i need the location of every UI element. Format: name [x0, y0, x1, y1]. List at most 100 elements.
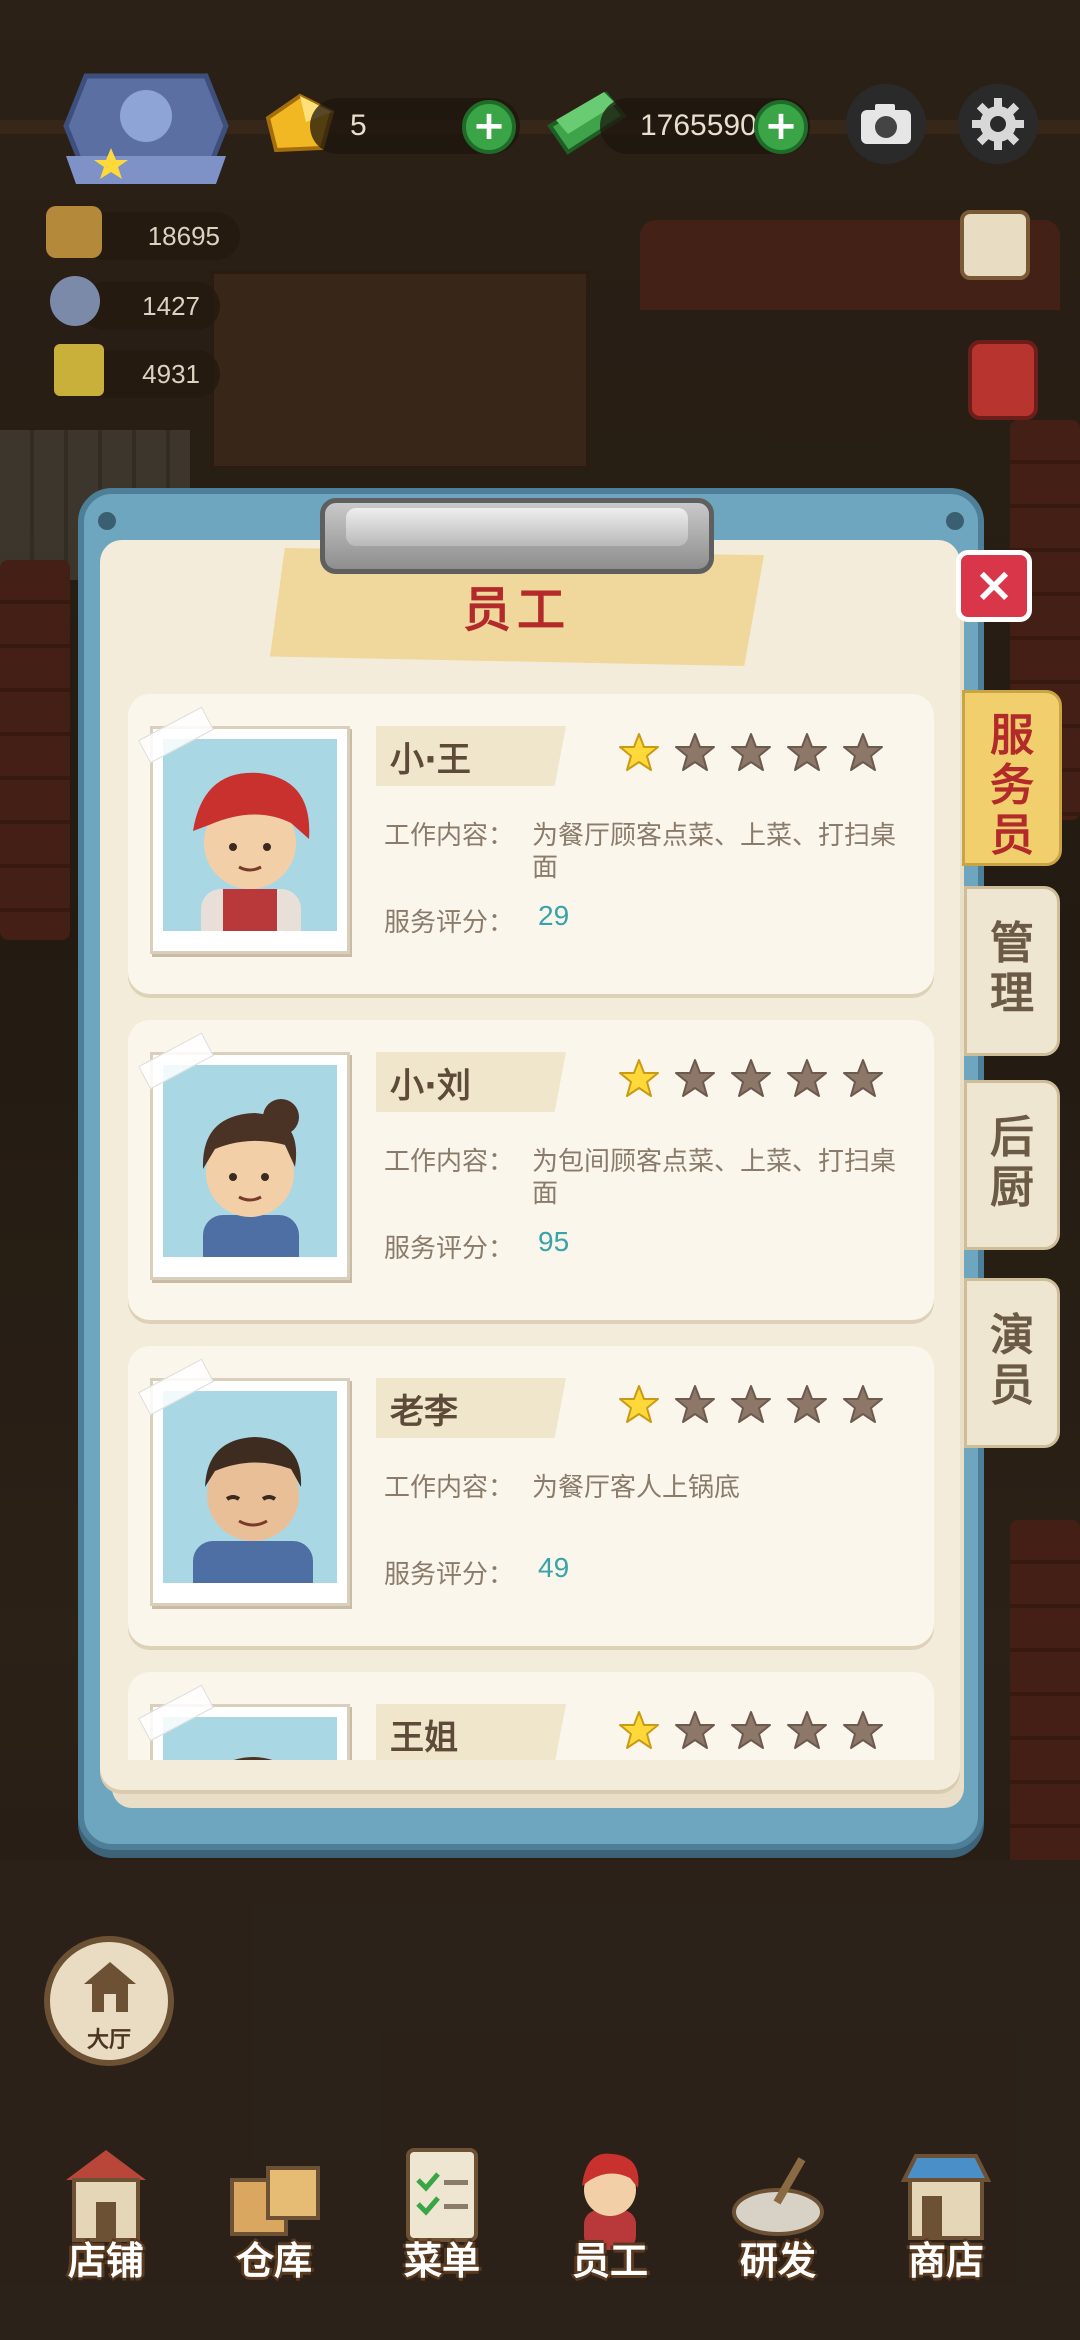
nav-label: 菜单: [403, 2239, 480, 2283]
staff-card[interactable]: 小·刘 工作内容： 为包间顾客点菜、上菜、打扫桌面 服务评分： 95: [128, 1020, 934, 1320]
star-empty-icon: [731, 1059, 771, 1097]
star-empty-icon: [787, 1059, 827, 1097]
work-value: 为餐厅客人上锅底: [532, 1473, 741, 1503]
staff-name: 小·刘: [390, 1066, 471, 1106]
gold-value: 5: [350, 109, 367, 142]
panel-rivet: [98, 512, 116, 530]
work-value: 为餐厅顾客点菜、上菜、打扫桌面: [532, 821, 897, 883]
stat-2: 1427: [80, 282, 220, 330]
tab-performer[interactable]: 演 员: [964, 1278, 1060, 1448]
staff-list[interactable]: 小·王 工作内容： 为餐厅顾客点菜、上菜、打扫桌面 服务评分： 29 小·刘 工…: [120, 690, 940, 1760]
camera-button[interactable]: [846, 84, 926, 164]
staff-card[interactable]: 老李 工作内容： 为餐厅客人上锅底 服务评分： 49: [128, 1346, 934, 1646]
star-rating: [618, 1384, 884, 1426]
staff-photo: [150, 1052, 350, 1280]
star-empty-icon: [843, 1711, 883, 1749]
star-empty-icon: [675, 733, 715, 771]
staff-card[interactable]: 王姐: [128, 1672, 934, 1760]
portrait: [163, 1065, 337, 1257]
star-rating: [618, 1058, 884, 1100]
score-value: 95: [538, 1226, 570, 1257]
house-icon: [84, 1962, 136, 2012]
tab-waiter[interactable]: 服 务 员: [962, 690, 1062, 866]
woman-portrait: [234, 1757, 272, 1760]
nav-label: 研发: [739, 2239, 816, 2283]
work-description: 工作内容： 为餐厅客人上锅底: [384, 1472, 740, 1504]
ticket-icon: [54, 344, 104, 396]
stat-1-value: 18695: [147, 220, 220, 251]
hall-button[interactable]: 大厅: [44, 1936, 174, 2066]
nav-research[interactable]: 研发: [698, 2120, 858, 2320]
stat-1: 18695: [80, 212, 240, 260]
score-value: 29: [538, 900, 570, 931]
add-gold-button[interactable]: +: [462, 100, 516, 154]
dish-cover-icon: [50, 276, 100, 326]
gear-icon: [972, 98, 1024, 150]
star-filled-icon: [619, 1385, 659, 1423]
star-empty-icon: [675, 1711, 715, 1749]
tab-management[interactable]: 管 理: [964, 886, 1060, 1056]
star-empty-icon: [787, 1711, 827, 1749]
stat-3-value: 4931: [142, 358, 200, 389]
staff-name: 小·王: [390, 740, 471, 780]
star-empty-icon: [675, 1059, 715, 1097]
star-empty-icon: [787, 1385, 827, 1423]
star-rating: [618, 1710, 884, 1752]
star-filled-icon: [619, 1059, 659, 1097]
clipboard-clip-inner: [346, 508, 688, 546]
work-label: 工作内容：: [384, 1473, 515, 1503]
star-empty-icon: [843, 733, 883, 771]
close-icon: ×: [973, 557, 1015, 613]
work-value: 为包间顾客点菜、上菜、打扫桌面: [532, 1147, 897, 1209]
staff-card[interactable]: 小·王 工作内容： 为餐厅顾客点菜、上菜、打扫桌面 服务评分： 29: [128, 694, 934, 994]
settings-button[interactable]: [958, 84, 1038, 164]
star-empty-icon: [843, 1059, 883, 1097]
nav-label: 店铺: [67, 2239, 144, 2283]
work-label: 工作内容：: [384, 1147, 515, 1177]
modal-title: 员工: [462, 582, 571, 638]
score-value: 49: [538, 1552, 570, 1583]
cash-value: 1765590: [640, 109, 757, 142]
close-button[interactable]: ×: [956, 550, 1032, 622]
pot-icon: [46, 206, 102, 258]
bottom-navigation: 店铺 仓库 菜单 员工 研发 商店: [0, 2120, 1080, 2340]
stat-2-value: 1427: [142, 290, 200, 321]
nav-label: 商店: [907, 2239, 984, 2283]
nav-staff[interactable]: 员工: [530, 2120, 690, 2320]
camera-icon: [861, 104, 911, 144]
portrait: [163, 739, 337, 931]
star-empty-icon: [675, 1385, 715, 1423]
staff-photo: [150, 726, 350, 954]
staff-name: 老李: [390, 1392, 458, 1432]
guide-book-icon[interactable]: [960, 210, 1030, 280]
waitress-red-scarf-portrait: [193, 772, 310, 931]
hall-label: 大厅: [86, 2028, 131, 2053]
portrait: [163, 1391, 337, 1583]
portrait: [163, 1717, 337, 1760]
nav-shop-front[interactable]: 店铺: [26, 2120, 186, 2320]
old-man-portrait: [193, 1437, 313, 1583]
star-empty-icon: [731, 733, 771, 771]
nav-warehouse[interactable]: 仓库: [194, 2120, 354, 2320]
panel-rivet: [946, 512, 964, 530]
work-description: 工作内容： 为包间顾客点菜、上菜、打扫桌面: [384, 1146, 896, 1209]
star-empty-icon: [843, 1385, 883, 1423]
menu-book-icon[interactable]: [968, 340, 1038, 420]
staff-photo: [150, 1378, 350, 1606]
score-label: 服务评分：: [384, 908, 515, 938]
waiter-bun-portrait: [202, 1099, 299, 1257]
star-rating: [618, 732, 884, 774]
top-hud: 5 + 1765590 + 18695 1427 4931: [0, 0, 1080, 420]
work-description: 工作内容： 为餐厅顾客点菜、上菜、打扫桌面: [384, 820, 896, 883]
work-label: 工作内容：: [384, 821, 515, 851]
star-filled-icon: [619, 733, 659, 771]
add-cash-button[interactable]: +: [754, 100, 808, 154]
nav-store[interactable]: 商店: [866, 2120, 1026, 2320]
staff-name: 王姐: [390, 1718, 458, 1758]
score-label: 服务评分：: [384, 1560, 515, 1590]
nav-menu[interactable]: 菜单: [362, 2120, 522, 2320]
chef-badge-icon[interactable]: [56, 56, 236, 196]
star-empty-icon: [787, 733, 827, 771]
star-empty-icon: [731, 1385, 771, 1423]
tab-kitchen[interactable]: 后 厨: [964, 1080, 1060, 1250]
